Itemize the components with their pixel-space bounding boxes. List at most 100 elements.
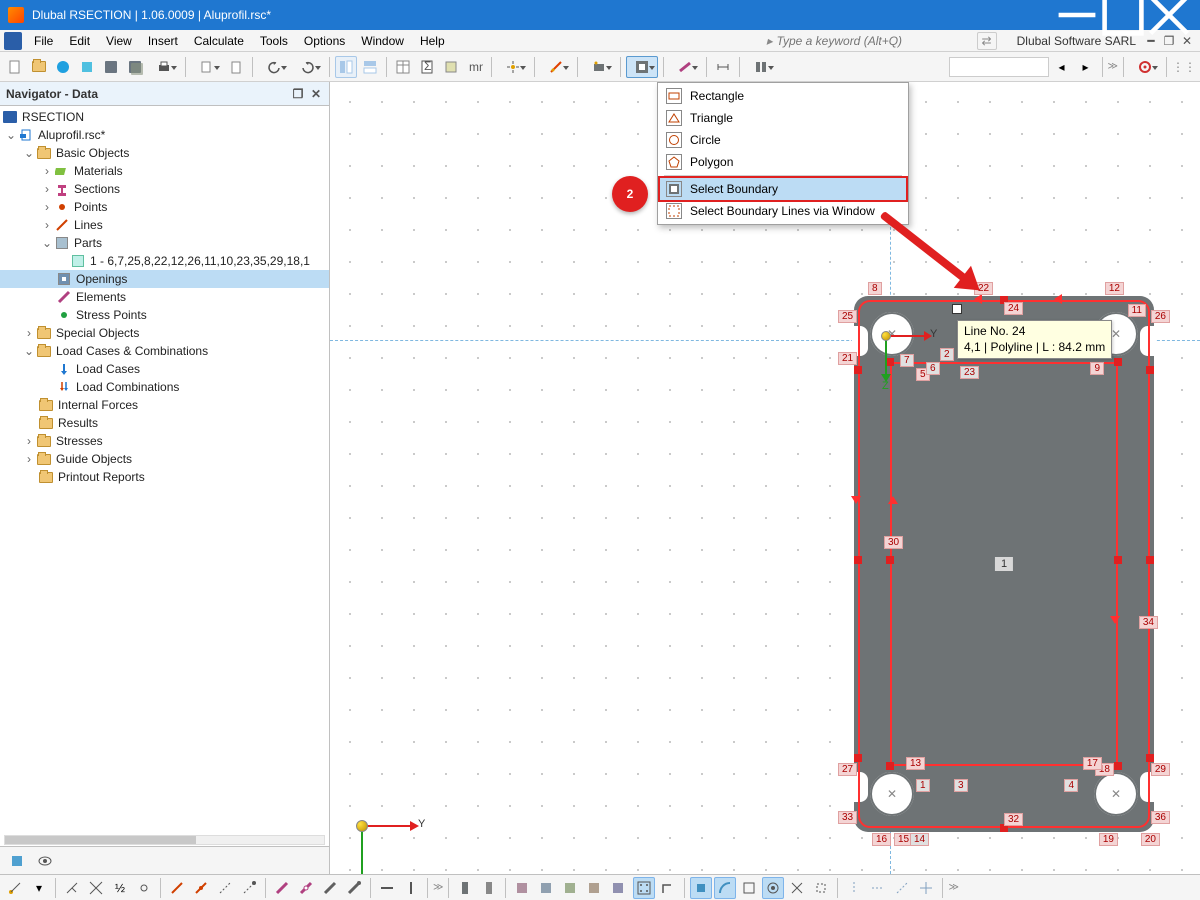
canvas-viewport[interactable]: ✕ ✕ ✕ ✕ [330, 82, 1200, 874]
tree-file[interactable]: ⌄Aluprofil.rsc* [0, 126, 329, 144]
line-red-button[interactable] [166, 877, 188, 899]
elem-b-button[interactable] [295, 877, 317, 899]
menu-file[interactable]: File [26, 32, 61, 50]
menu-view[interactable]: View [98, 32, 140, 50]
more-icon[interactable]: ≫ [1108, 61, 1118, 72]
panel-float-button[interactable]: ❐ [291, 87, 305, 101]
hatch-e-button[interactable] [607, 877, 629, 899]
dd-circle[interactable]: Circle [660, 129, 906, 151]
dd-rectangle[interactable]: Rectangle [660, 85, 906, 107]
snap-end-button[interactable] [4, 877, 26, 899]
shape-tool-button[interactable] [583, 56, 615, 78]
save-button[interactable] [100, 56, 122, 78]
units-button[interactable]: mm [464, 56, 486, 78]
line-tool-button[interactable] [540, 56, 572, 78]
tree-guide-objects[interactable]: ›Guide Objects [0, 450, 329, 468]
tree-stress-points[interactable]: Stress Points [0, 306, 329, 324]
dimension-button[interactable] [712, 56, 734, 78]
nav-data-tab[interactable] [6, 850, 28, 872]
snap-perp-button[interactable] [61, 877, 83, 899]
line-dash2-button[interactable] [238, 877, 260, 899]
tree-parts-item[interactable]: 1 - 6,7,25,8,22,12,26,11,10,23,35,29,18,… [0, 252, 329, 270]
menu-edit[interactable]: Edit [61, 32, 98, 50]
panel-close-button[interactable]: ✕ [309, 87, 323, 101]
elem-a-button[interactable] [271, 877, 293, 899]
element-tool-button[interactable] [669, 56, 701, 78]
snap-div-button[interactable]: ½ [109, 877, 131, 899]
grid-b-button[interactable] [359, 56, 381, 78]
osnap-d-button[interactable] [762, 877, 784, 899]
osnap-f-button[interactable] [810, 877, 832, 899]
search-toggle-icon[interactable]: ⇄ [977, 32, 997, 50]
tree-basic-objects[interactable]: ⌄Basic Objects [0, 144, 329, 162]
tree-results[interactable]: Results [0, 414, 329, 432]
dd-select-boundary[interactable]: Select Boundary [660, 178, 906, 200]
save-all-button[interactable] [124, 56, 146, 78]
hatch-b-button[interactable] [535, 877, 557, 899]
menu-help[interactable]: Help [412, 32, 453, 50]
grid-snap-button[interactable] [633, 877, 655, 899]
navigator-hscroll[interactable] [4, 835, 325, 845]
menu-calculate[interactable]: Calculate [186, 32, 252, 50]
point-tool-button[interactable] [497, 56, 529, 78]
grid-a-button[interactable] [335, 56, 357, 78]
script-button[interactable] [440, 56, 462, 78]
menu-window[interactable]: Window [353, 32, 412, 50]
opening-tool-button[interactable] [626, 56, 658, 78]
tree-printout-reports[interactable]: Printout Reports [0, 468, 329, 486]
mdi-restore-icon[interactable]: ❐ [1162, 34, 1176, 48]
hatch-c-button[interactable] [559, 877, 581, 899]
guide-d-button[interactable] [915, 877, 937, 899]
tree-internal-forces[interactable]: Internal Forces [0, 396, 329, 414]
tree-points[interactable]: ›Points [0, 198, 329, 216]
osnap-b-button[interactable] [714, 877, 736, 899]
section-profile[interactable]: ✕ ✕ ✕ ✕ [854, 296, 1154, 832]
tree-parts[interactable]: ⌄Parts [0, 234, 329, 252]
undo-button[interactable] [258, 56, 290, 78]
tree-sections[interactable]: ›Sections [0, 180, 329, 198]
target-button[interactable] [1129, 56, 1161, 78]
nav-prev-button[interactable]: ◂ [1051, 56, 1073, 78]
redo-button[interactable] [292, 56, 324, 78]
calc-button[interactable]: Σ [416, 56, 438, 78]
dd-triangle[interactable]: Triangle [660, 107, 906, 129]
tree-special-objects[interactable]: ›Special Objects [0, 324, 329, 342]
keyword-input[interactable] [777, 34, 937, 48]
line-red2-button[interactable] [190, 877, 212, 899]
keyword-search[interactable]: ▸ [767, 34, 937, 48]
open-file-button[interactable] [28, 56, 50, 78]
minimize-button[interactable] [1054, 0, 1100, 30]
guide-b-button[interactable] [867, 877, 889, 899]
tree-load-cases-comb[interactable]: ⌄Load Cases & Combinations [0, 342, 329, 360]
guide-c-button[interactable] [891, 877, 913, 899]
model-button[interactable] [76, 56, 98, 78]
line-dash-button[interactable] [214, 877, 236, 899]
new-file-button[interactable] [4, 56, 26, 78]
osnap-c-button[interactable] [738, 877, 760, 899]
tree-lines[interactable]: ›Lines [0, 216, 329, 234]
navigator-tree[interactable]: RSECTION ⌄Aluprofil.rsc* ⌄Basic Objects … [0, 106, 329, 846]
hatch-d-button[interactable] [583, 877, 605, 899]
ortho-button[interactable] [657, 877, 679, 899]
tree-materials[interactable]: ›Materials [0, 162, 329, 180]
dd-polygon[interactable]: Polygon [660, 151, 906, 173]
snap-node-button[interactable] [133, 877, 155, 899]
ortho-h-button[interactable] [376, 877, 398, 899]
guide-a-button[interactable] [843, 877, 865, 899]
sec-i-button[interactable] [454, 877, 476, 899]
menu-options[interactable]: Options [296, 32, 353, 50]
sync-button[interactable] [52, 56, 74, 78]
clipboard-button[interactable] [225, 56, 247, 78]
ortho-v-button[interactable] [400, 877, 422, 899]
tree-load-cases[interactable]: Load Cases [0, 360, 329, 378]
copy-button[interactable] [191, 56, 223, 78]
snap-mid-button[interactable]: ▾ [28, 877, 50, 899]
grip-icon[interactable]: ⋮⋮ [1172, 60, 1196, 74]
tree-load-combs[interactable]: Load Combinations [0, 378, 329, 396]
menu-insert[interactable]: Insert [140, 32, 186, 50]
sec-i2-button[interactable] [478, 877, 500, 899]
section-lib-button[interactable] [745, 56, 777, 78]
elem-c-button[interactable] [319, 877, 341, 899]
tree-stresses[interactable]: ›Stresses [0, 432, 329, 450]
print-button[interactable] [148, 56, 180, 78]
